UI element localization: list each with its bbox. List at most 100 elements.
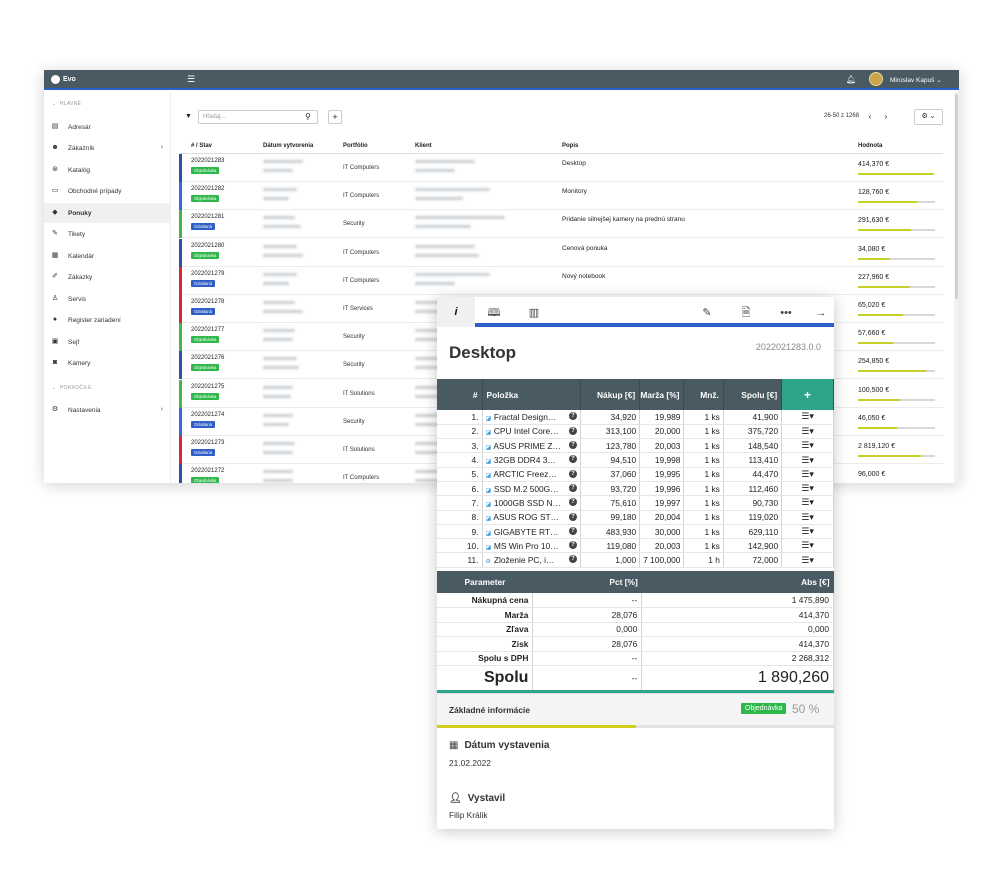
sidebar-item-obchodne-pripady[interactable]: ▭ Obchodné prípady bbox=[44, 181, 171, 201]
item-name-cell[interactable]: ◪ ASUS ROG ST…? bbox=[482, 510, 581, 525]
item-row[interactable]: 2. ◪ CPU Intel Core…? 313,100 20,000 1 ks 375… bbox=[437, 424, 834, 440]
row-menu-icon[interactable]: ☰▾ bbox=[781, 524, 834, 540]
settings-dropdown-button[interactable]: ⚙ ⌄ bbox=[914, 109, 943, 125]
add-item-button[interactable]: + bbox=[781, 379, 834, 410]
next-page-button[interactable]: › bbox=[880, 110, 892, 124]
client-redacted bbox=[415, 272, 490, 276]
table-row[interactable]: 2022021279 Odoslaná IT Computers Nový noteb… bbox=[179, 266, 943, 295]
item-row[interactable]: 3. ◪ ASUS PRIME Z…? 123,780 20,003 1 ks 148,5… bbox=[437, 438, 834, 454]
bell-icon[interactable]: 🔔︎ bbox=[846, 75, 856, 84]
column-header-date[interactable]: Dátum vytvorenia bbox=[263, 143, 313, 149]
sidebar-item-zakaznik[interactable]: ☻ Zákazník › bbox=[44, 138, 171, 158]
item-row[interactable]: 7. ◪ 1000GB SSD N…? 75,610 19,997 1 ks 90,730… bbox=[437, 495, 834, 511]
date-redacted bbox=[263, 160, 303, 163]
search-icon[interactable]: ⚲ bbox=[305, 113, 311, 121]
calendar-icon: ▦ bbox=[51, 252, 59, 259]
item-name: Zloženie PC, i… bbox=[493, 555, 555, 566]
sidebar-item-nastavenia[interactable]: ⚙ Nastavenia › bbox=[44, 400, 171, 420]
help-icon[interactable]: ? bbox=[568, 441, 577, 450]
column-header-portfolio[interactable]: Portfólio bbox=[343, 143, 368, 149]
sidebar-item-kalendar[interactable]: ▦ Kalendár bbox=[44, 246, 171, 266]
scrollbar[interactable] bbox=[954, 92, 959, 483]
row-menu-icon[interactable]: ☰▾ bbox=[781, 424, 834, 440]
table-row[interactable]: 2022021282 Objednávka IT Computers Monitory… bbox=[179, 182, 943, 211]
item-row[interactable]: 8. ◪ ASUS ROG ST…? 99,180 20,004 1 ks 119,020… bbox=[437, 510, 834, 525]
sidebar-item-zakazky[interactable]: ✐ Zákazky bbox=[44, 267, 171, 287]
table-row[interactable]: 2022021280 Objednávka IT Computers Cenová p… bbox=[179, 238, 943, 267]
user-menu[interactable]: Miroslav Kapuš ⌄ bbox=[890, 76, 942, 84]
more-icon[interactable]: ••• bbox=[778, 305, 794, 321]
table-row[interactable]: 2022021283 Objednávka IT Computers Desktop 4… bbox=[179, 154, 943, 182]
row-menu-icon[interactable]: ☰▾ bbox=[781, 438, 834, 454]
item-row[interactable]: 11. ⚙ Zloženie PC, i…? 1,000 7 100,000 1 h 72… bbox=[437, 552, 834, 568]
item-name-cell[interactable]: ◪ SSD M.2 500G…? bbox=[482, 481, 581, 497]
item-row[interactable]: 4. ◪ 32GB DDR4 3…? 94,510 19,998 1 ks 113,410… bbox=[437, 452, 834, 468]
column-header-status[interactable]: # / Stav bbox=[191, 143, 212, 149]
help-icon[interactable]: ? bbox=[568, 555, 577, 564]
help-icon[interactable]: ? bbox=[568, 541, 577, 550]
date-redacted bbox=[263, 188, 297, 192]
help-icon[interactable]: ? bbox=[568, 455, 577, 464]
table-row[interactable]: 2022021281 Odoslaná Security Pridanie silne… bbox=[179, 210, 943, 239]
info-icon[interactable]: i bbox=[437, 297, 475, 327]
column-header-client[interactable]: Klient bbox=[415, 143, 432, 149]
row-menu-icon[interactable]: ☰▾ bbox=[781, 510, 834, 525]
notebook-icon[interactable]: ▥ bbox=[526, 305, 542, 321]
menu-icon[interactable]: ☰ bbox=[187, 75, 195, 84]
filter-icon[interactable]: ▼ bbox=[185, 113, 192, 120]
sidebar-item-kamery[interactable]: ◙ Kamery bbox=[44, 353, 171, 373]
help-icon[interactable]: ? bbox=[568, 412, 577, 420]
help-icon[interactable]: ? bbox=[568, 426, 577, 435]
row-menu-icon[interactable]: ☰▾ bbox=[781, 495, 834, 511]
sidebar-item-adresar[interactable]: ▤ Adresár bbox=[44, 117, 171, 137]
prev-page-button[interactable]: ‹ bbox=[864, 110, 876, 124]
sidebar-item-register-zariadeni[interactable]: ● Register zariadení bbox=[44, 310, 171, 330]
panel-code: 2022021283.0.0 bbox=[755, 342, 821, 352]
arrow-right-icon[interactable]: → bbox=[813, 305, 829, 321]
item-name-cell[interactable]: ◪ 32GB DDR4 3…? bbox=[482, 452, 581, 468]
app-logo[interactable]: Evo bbox=[51, 75, 76, 84]
row-menu-icon[interactable]: ☰▾ bbox=[781, 410, 834, 425]
item-name-cell[interactable]: ⚙ Zloženie PC, i…? bbox=[482, 552, 581, 568]
item-name-cell[interactable]: ◪ Fractal Design…? bbox=[482, 410, 581, 425]
item-row[interactable]: 5. ◪ ARCTIC Freez…? 37,060 19,995 1 ks 44,470… bbox=[437, 467, 834, 482]
help-icon[interactable]: ? bbox=[568, 469, 577, 478]
sidebar-item-sejf[interactable]: ▣ Sejf bbox=[44, 332, 171, 352]
sidebar-item-tikety[interactable]: ✎ Tikety bbox=[44, 224, 171, 244]
edit-icon: ✐ bbox=[52, 273, 58, 280]
row-menu-icon[interactable]: ☰▾ bbox=[781, 452, 834, 468]
book-open-icon[interactable]: 🕮︎ bbox=[486, 305, 502, 321]
item-name-cell[interactable]: ◪ CPU Intel Core…? bbox=[482, 424, 581, 440]
item-name-cell[interactable]: ◪ 1000GB SSD N…? bbox=[482, 495, 581, 511]
avatar[interactable] bbox=[869, 72, 883, 86]
basic-info-section[interactable]: Základné informácie Objednávka 50 % bbox=[437, 693, 834, 727]
help-icon[interactable]: ? bbox=[568, 512, 577, 521]
row-menu-icon[interactable]: ☰▾ bbox=[781, 481, 834, 497]
row-menu-icon[interactable]: ☰▾ bbox=[781, 467, 834, 482]
sidebar-item-servis[interactable]: ♙ Servis bbox=[44, 289, 171, 309]
row-menu-icon[interactable]: ☰▾ bbox=[781, 552, 834, 568]
sidebar-item-ponuky[interactable]: ◆ Ponuky bbox=[44, 203, 171, 223]
column-header-hodnota[interactable]: Hodnota bbox=[858, 143, 882, 149]
summary-label: Nákupná cena bbox=[437, 593, 534, 608]
item-name-cell[interactable]: ◪ ARCTIC Freez…? bbox=[482, 467, 581, 482]
sidebar-item-katalog[interactable]: ⊛ Katalóg bbox=[44, 160, 171, 180]
item-name-cell[interactable]: ◪ GIGABYTE RT…? bbox=[482, 524, 581, 540]
item-row[interactable]: 6. ◪ SSD M.2 500G…? 93,720 19,996 1 ks 112,46… bbox=[437, 481, 834, 497]
add-button[interactable]: + bbox=[328, 110, 342, 124]
item-row[interactable]: 1. ◪ Fractal Design…? 34,920 19,989 1 ks 41,9… bbox=[437, 410, 834, 425]
search-input[interactable]: Hľadaj... bbox=[198, 110, 318, 124]
pdf-icon[interactable]: 🗎︎ bbox=[738, 305, 754, 321]
row-menu-icon[interactable]: ☰▾ bbox=[781, 538, 834, 554]
date-redacted bbox=[263, 442, 295, 445]
column-header-popis[interactable]: Popis bbox=[562, 143, 578, 149]
help-icon[interactable]: ? bbox=[568, 498, 577, 507]
help-icon[interactable]: ? bbox=[568, 526, 577, 535]
item-name-cell[interactable]: ◪ ASUS PRIME Z…? bbox=[482, 438, 581, 454]
edit-icon[interactable]: ✎ bbox=[699, 305, 715, 321]
help-icon[interactable]: ? bbox=[568, 483, 577, 492]
item-row[interactable]: 10. ◪ MS Win Pro 10…? 119,080 20,003 1 ks 142… bbox=[437, 538, 834, 554]
item-row[interactable]: 9. ◪ GIGABYTE RT…? 483,930 30,000 1 ks 629,11… bbox=[437, 524, 834, 540]
item-name-cell[interactable]: ◪ MS Win Pro 10…? bbox=[482, 538, 581, 554]
item-mnz: 1 ks bbox=[683, 452, 724, 468]
